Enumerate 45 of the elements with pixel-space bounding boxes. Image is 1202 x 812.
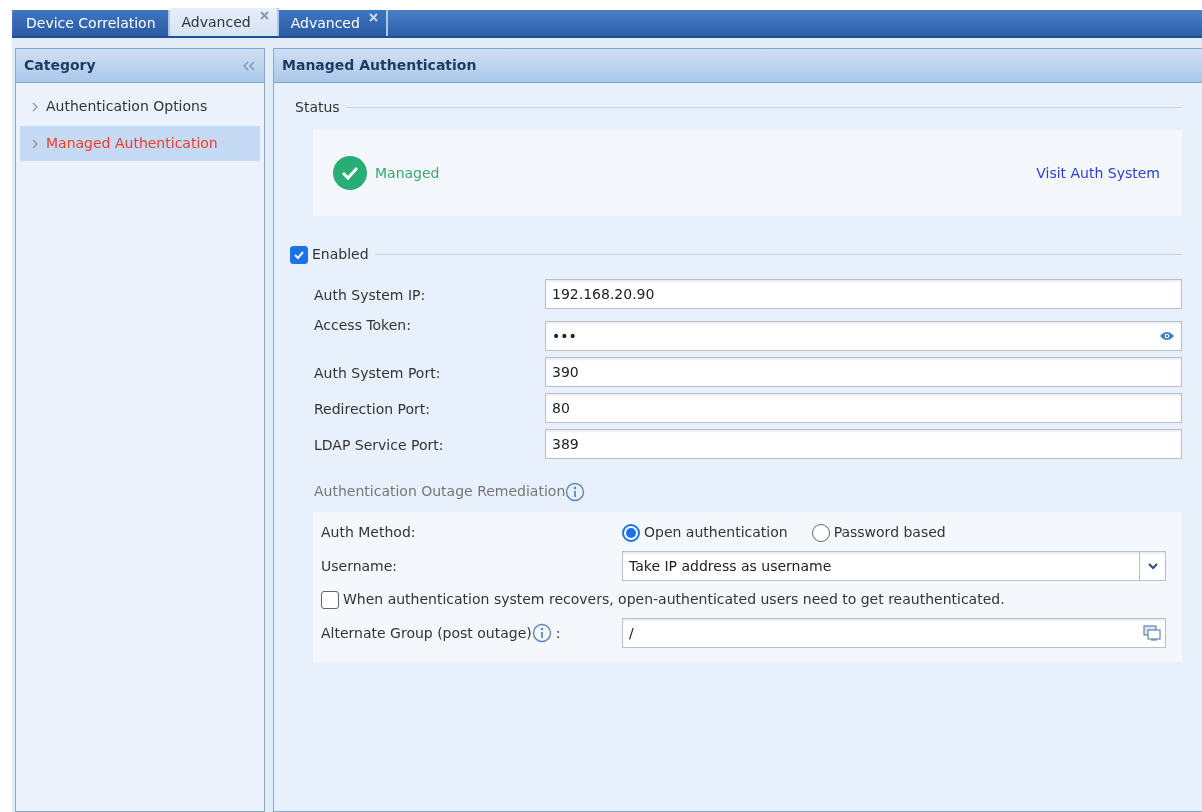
input-field[interactable]: ••• — [545, 321, 1182, 351]
tab[interactable]: Advanced — [169, 8, 279, 36]
field-label: Alternate Group (post outage) — [321, 623, 532, 643]
chevron-icon — [32, 101, 38, 112]
reauth-label: When authentication system recovers, open-authenticated users need to get reauthenticated. — [343, 590, 1005, 609]
status-text: Managed — [375, 163, 440, 183]
input-field[interactable]: 390 — [545, 357, 1182, 387]
close-icon[interactable] — [259, 11, 269, 20]
check-circle-icon — [333, 156, 367, 190]
radio-label: Open authentication — [644, 523, 788, 542]
close-icon[interactable] — [368, 13, 378, 22]
group-field[interactable]: / — [622, 618, 1166, 648]
outage-section-title: Authentication Outage Remediation — [314, 482, 566, 501]
input-field[interactable]: 80 — [545, 393, 1182, 423]
enabled-checkbox[interactable] — [290, 245, 308, 264]
radio-button[interactable] — [622, 523, 640, 542]
colon-label: : — [555, 623, 561, 643]
collapse-icon[interactable] — [242, 60, 256, 71]
field-label: Redirection Port: — [314, 400, 431, 419]
browse-icon[interactable] — [1143, 625, 1161, 641]
panel-title: Managed Authentication — [282, 56, 477, 75]
chevron-icon — [32, 138, 38, 149]
field-label: Username: — [321, 556, 399, 576]
radio-label: Password based — [833, 523, 946, 542]
caret-icon — [1147, 562, 1158, 570]
field-label: Auth System IP: — [314, 286, 427, 305]
reauth-checkbox[interactable] — [321, 590, 339, 609]
field-label: Auth Method: — [321, 523, 417, 542]
input-field[interactable]: 389 — [545, 429, 1182, 459]
field-label: LDAP Service Port: — [314, 436, 445, 455]
enabled-label: Enabled — [312, 245, 369, 264]
field-label: Auth System Port: — [314, 364, 442, 383]
eye-icon[interactable] — [1159, 331, 1175, 341]
input-field[interactable]: 192.168.20.90 — [545, 279, 1182, 309]
tab[interactable]: Advanced — [278, 10, 388, 36]
field-label: Access Token: — [314, 316, 412, 335]
info-icon[interactable] — [565, 481, 586, 502]
visit-auth-system-link[interactable]: Visit Auth System — [1036, 162, 1160, 184]
status-legend: Status — [295, 97, 340, 118]
sidebar-title: Category — [24, 56, 96, 75]
radio-button[interactable] — [811, 523, 830, 542]
info-icon[interactable] — [531, 623, 552, 643]
tab[interactable]: Device Correlation — [14, 10, 170, 36]
sidebar-item[interactable]: Authentication Options — [20, 89, 260, 124]
username-dropdown[interactable]: Take IP address as username — [622, 551, 1166, 581]
